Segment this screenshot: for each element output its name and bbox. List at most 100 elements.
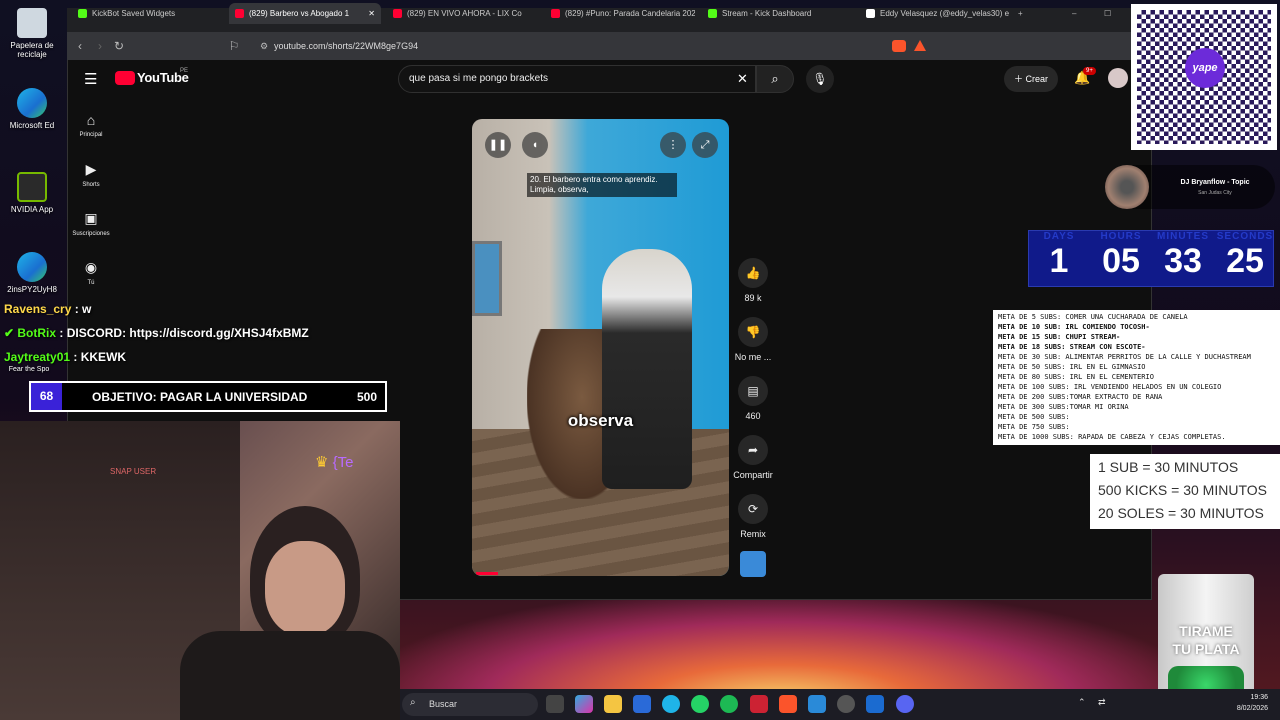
minimize-button[interactable]: –	[1066, 3, 1086, 24]
remix-button[interactable]: ⟳ Remix	[733, 494, 773, 539]
desktop-icon-recycle-bin[interactable]: Papelera de reciclaje	[4, 8, 60, 59]
search-value: que pasa si me pongo brackets	[409, 73, 548, 84]
timer-label: SECONDS	[1216, 231, 1274, 242]
site-info-icon[interactable]: ⚙	[256, 38, 272, 54]
nav-shorts[interactable]: ▶ Shorts	[70, 161, 112, 188]
tab-puno[interactable]: (829) #Puno: Parada Candelaria 202	[545, 3, 695, 24]
chat-text: : w	[71, 302, 92, 316]
brave-icon[interactable]	[779, 695, 797, 713]
copilot-icon[interactable]	[575, 695, 593, 713]
discord-icon[interactable]	[896, 695, 914, 713]
home-icon: ⌂	[86, 112, 96, 128]
whatsapp-icon[interactable]	[691, 695, 709, 713]
video-progress-bar[interactable]	[476, 572, 498, 575]
like-button[interactable]: 👍 89 k	[733, 258, 773, 303]
voice-search-button[interactable]: 🎙	[806, 65, 834, 93]
short-video-player[interactable]: ❚❚ ◖ ⋮ ⤢ 20. El barbero entra como apren…	[472, 119, 729, 576]
timer-minutes: 33	[1164, 242, 1202, 280]
spotify-icon[interactable]	[720, 695, 738, 713]
tab-label: Stream - Kick Dashboard	[722, 9, 812, 18]
desktop-icon-edge[interactable]: Microsoft Ed	[4, 88, 60, 130]
search-icon: ⌕	[410, 697, 416, 708]
kick-icon	[78, 9, 87, 18]
tab-label: (829) EN VIVO AHORA - LIX Co	[407, 9, 522, 18]
video-mirror	[472, 241, 502, 316]
nav-principal[interactable]: ⌂ Principal	[70, 112, 112, 138]
back-button[interactable]: ‹	[72, 38, 88, 54]
reload-button[interactable]: ↻	[111, 38, 127, 54]
chat-user: BotRix	[17, 326, 57, 340]
tab-en-vivo[interactable]: (829) EN VIVO AHORA - LIX Co	[387, 3, 537, 24]
fullscreen-button[interactable]: ⤢	[692, 132, 718, 158]
chat-message: Jaytreaty01 : KKEWK	[4, 350, 126, 364]
chat-user: Jaytreaty01	[4, 350, 71, 364]
bookmark-icon[interactable]: ⚐	[226, 38, 242, 54]
youtube-icon	[551, 9, 560, 18]
avatar[interactable]	[1108, 68, 1128, 88]
thumbs-up-icon: 👍	[738, 258, 768, 288]
obs-icon[interactable]	[837, 695, 855, 713]
nav-tu[interactable]: ◉ Tú	[70, 259, 112, 286]
rate-line: 20 SOLES = 30 MINUTOS	[1098, 505, 1264, 521]
steam-icon[interactable]	[866, 695, 884, 713]
close-tab-icon[interactable]: ✕	[368, 9, 375, 18]
chat-message: ✔ BotRix : DISCORD: https://discord.gg/X…	[4, 326, 309, 340]
brave-rewards-icon[interactable]	[914, 40, 926, 51]
tab-barbero[interactable]: (829) Barbero vs Abogado 1 ✕	[229, 3, 381, 24]
desktop-icon-nvidia[interactable]: NVIDIA App	[4, 172, 60, 214]
brave-shield-icon[interactable]	[892, 40, 906, 52]
jar-text: TU PLATA	[1172, 641, 1240, 657]
tab-tiktok[interactable]: Eddy Velasquez (@eddy_velas30) e	[860, 3, 1010, 24]
edge-icon[interactable]	[662, 695, 680, 713]
pause-button[interactable]: ❚❚	[485, 132, 511, 158]
more-options-button[interactable]: ⋮	[660, 132, 686, 158]
youtube-icon	[235, 9, 244, 18]
thumbs-down-icon: 👎	[738, 317, 768, 347]
desktop-icon-fear-the-spo[interactable]: Fear the Spo	[4, 366, 54, 373]
store-icon[interactable]	[633, 695, 651, 713]
kick-icon	[708, 9, 717, 18]
app-icon[interactable]	[750, 695, 768, 713]
share-button[interactable]: ➦ Compartir	[731, 435, 775, 480]
video-caption: 20. El barbero entra como aprendiz. Limp…	[527, 173, 677, 197]
sound-thumbnail[interactable]	[740, 551, 766, 577]
dislike-button[interactable]: 👎 No me ...	[733, 317, 773, 362]
tray-chevron-icon[interactable]: ⌃	[1078, 697, 1086, 708]
clear-search-icon[interactable]: ✕	[737, 71, 748, 87]
tab-kick-dashboard[interactable]: Stream - Kick Dashboard	[702, 3, 852, 24]
nav-label: Suscripciones	[72, 231, 110, 237]
subgoal-line: META DE 50 SUBS: IRL EN EL GIMNASIO	[998, 363, 1146, 371]
taskbar-search[interactable]: Buscar	[402, 693, 538, 716]
timer-label: HOURS	[1100, 231, 1142, 242]
desktop-icon-edge-2[interactable]: 2insPY2UyH8	[4, 252, 60, 294]
comments-button[interactable]: ▤ 460	[733, 376, 773, 421]
share-label: Compartir	[733, 470, 773, 480]
url-field[interactable]: youtube.com/shorts/22WM8ge7G94	[248, 37, 848, 56]
menu-icon[interactable]: ☰	[84, 70, 97, 88]
forward-button[interactable]: ›	[92, 38, 108, 54]
goal-current: 68	[31, 383, 62, 410]
share-icon: ➦	[738, 435, 768, 465]
cam-text-value: {Te	[332, 454, 354, 471]
tab-label: KickBot Saved Widgets	[92, 9, 176, 18]
notepad-icon[interactable]	[808, 695, 826, 713]
shorts-icon: ▶	[85, 161, 97, 177]
task-view-icon[interactable]	[546, 695, 564, 713]
tab-kickbot[interactable]: KickBot Saved Widgets	[72, 3, 227, 24]
maximize-button[interactable]: ☐	[1098, 3, 1118, 24]
search-button[interactable]: ⌕	[756, 65, 794, 93]
volume-button[interactable]: ◖	[522, 132, 548, 158]
nav-suscripciones[interactable]: ▣ Suscripciones	[70, 210, 112, 237]
tray-network-icon[interactable]: ⇄	[1098, 697, 1106, 708]
youtube-logo-icon[interactable]	[115, 71, 135, 85]
tip-jar: TIRAME TU PLATA	[1158, 574, 1254, 708]
nvidia-icon	[17, 172, 47, 202]
search-input[interactable]: que pasa si me pongo brackets	[398, 65, 756, 93]
taskbar-clock[interactable]: 19:36 8/02/2026	[1228, 692, 1268, 714]
mic-icon: 🎙	[812, 72, 828, 86]
file-explorer-icon[interactable]	[604, 695, 622, 713]
create-button[interactable]: ＋ Crear	[1004, 66, 1058, 92]
video-big-caption: observa	[567, 411, 634, 430]
new-tab-button[interactable]: +	[1012, 3, 1032, 24]
comment-count: 460	[745, 411, 761, 421]
